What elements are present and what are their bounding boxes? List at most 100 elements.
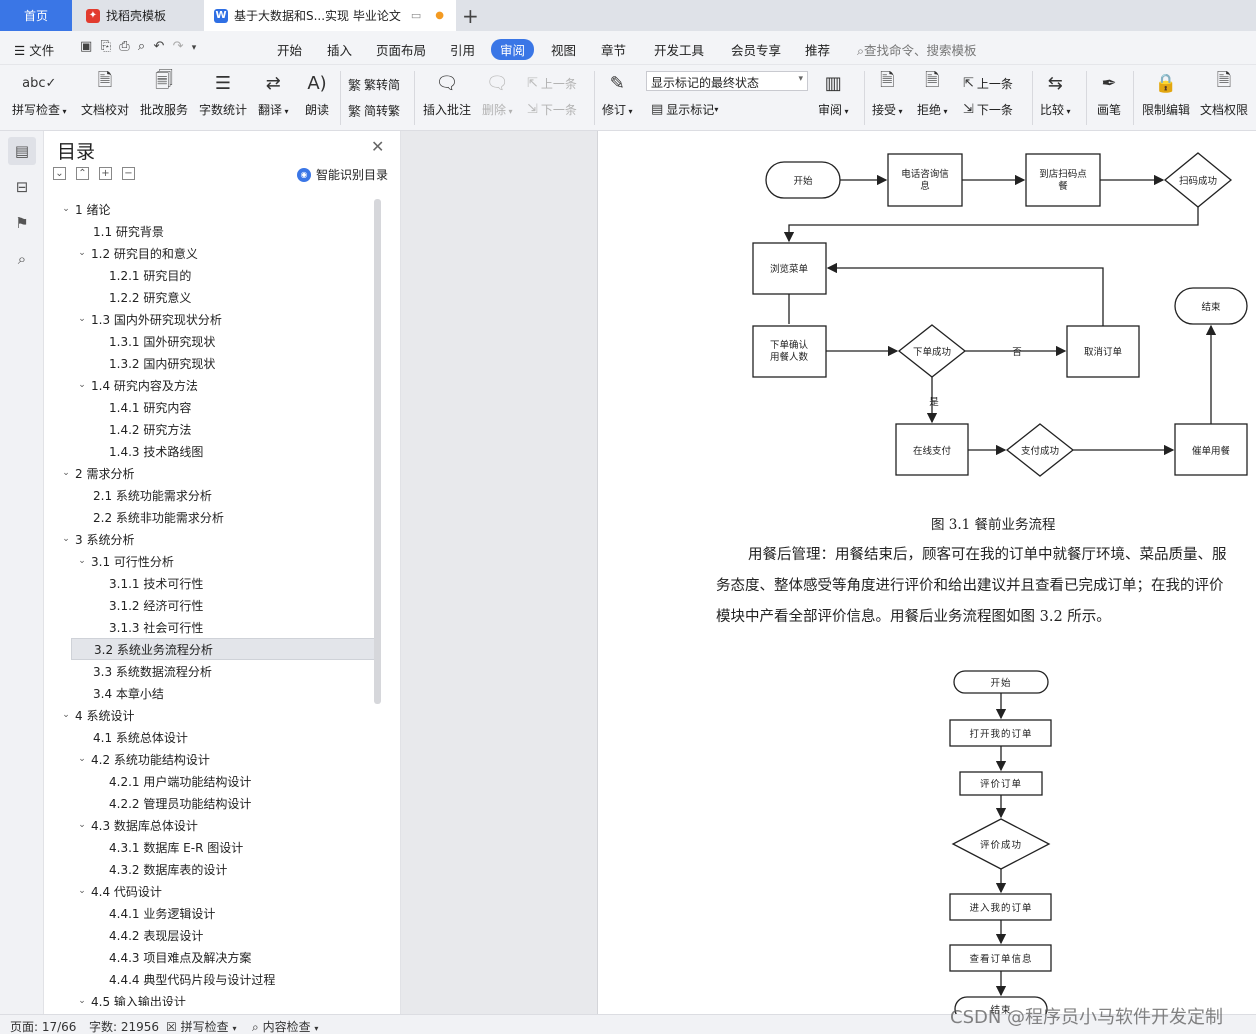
toc-item[interactable]: ⌄ 1 绪论 <box>59 198 110 220</box>
status-content-check[interactable]: ⌕ 内容检查 ▾ <box>252 1018 318 1034</box>
toc-item[interactable]: 1.3.2 国内研究现状 <box>91 352 215 374</box>
toc-item[interactable]: ⌄ 1.3 国内外研究现状分析 <box>75 308 222 330</box>
customize-icon[interactable]: ▾ <box>192 43 197 53</box>
track-changes-button[interactable]: ✎ 修订 ▾ <box>602 69 633 118</box>
accept-button[interactable]: 🗎 接受 ▾ <box>872 69 903 118</box>
chapter-nav-icon[interactable]: ⊟ <box>8 173 36 201</box>
close-icon[interactable]: ✕ <box>371 137 384 156</box>
chevron-down-icon[interactable]: ⌄ <box>75 820 89 830</box>
toc-item[interactable]: 2.1 系统功能需求分析 <box>75 484 212 506</box>
simp-to-trad-button[interactable]: 繁简转繁 <box>348 101 400 120</box>
word-count-button[interactable]: ☰ 字数统计 <box>199 69 247 118</box>
menu-item-member[interactable]: 会员专享 <box>731 40 781 59</box>
remove-heading-icon[interactable]: − <box>122 167 135 180</box>
doc-proof-button[interactable]: 🗎 文档校对 <box>81 69 129 118</box>
word-count-indicator[interactable]: 字数: 21956 <box>89 1018 159 1034</box>
show-markup-button[interactable]: ▤ 显示标记 ▾ <box>651 101 718 118</box>
chevron-down-icon[interactable]: ⌄ <box>59 710 73 720</box>
toc-item[interactable]: 1.4.3 技术路线图 <box>91 440 203 462</box>
toc-item[interactable]: 1.4.2 研究方法 <box>91 418 191 440</box>
prev-comment-button[interactable]: ⇱ 上一条 <box>527 75 577 92</box>
smart-toc-button[interactable]: ◉ 智能识别目录 <box>297 166 388 183</box>
chevron-down-icon[interactable]: ⌄ <box>59 534 73 544</box>
redo-icon[interactable]: ↷ <box>173 39 184 54</box>
menu-item-view[interactable]: 视图 <box>551 40 576 59</box>
tab-document[interactable]: W 基于大数据和S...实现 毕业论文 ▭ ● <box>204 0 456 31</box>
toc-item[interactable]: 1.2.1 研究目的 <box>91 264 191 286</box>
markup-state-select[interactable]: 显示标记的最终状态 ▾ <box>646 71 808 91</box>
toc-item[interactable]: 1.3.1 国外研究现状 <box>91 330 215 352</box>
bookmark-icon[interactable]: ⚑ <box>8 209 36 237</box>
chevron-down-icon[interactable]: ⌄ <box>75 886 89 896</box>
collapse-all-icon[interactable]: ⌃ <box>76 167 89 180</box>
export-icon[interactable]: ⎘ <box>101 39 111 54</box>
toc-item[interactable]: 3.4 本章小结 <box>75 682 164 704</box>
toc-item[interactable]: 2.2 系统非功能需求分析 <box>75 506 224 528</box>
next-comment-button[interactable]: ⇲ 下一条 <box>527 101 577 118</box>
menu-item-insert[interactable]: 插入 <box>327 40 352 59</box>
pen-button[interactable]: ✒ 画笔 <box>1096 69 1122 118</box>
insert-comment-button[interactable]: 🗨 插入批注 <box>423 69 471 118</box>
status-spellcheck[interactable]: ☒ 拼写检查 ▾ <box>166 1018 236 1034</box>
compare-button[interactable]: ⇆ 比较 ▾ <box>1040 69 1071 118</box>
trad-to-simp-button[interactable]: 繁繁转简 <box>348 75 400 94</box>
file-menu[interactable]: ☰ 文件 <box>14 40 54 59</box>
toc-item[interactable]: 4.4.3 项目难点及解决方案 <box>91 946 251 968</box>
toc-item[interactable]: ⌄ 3.1 可行性分析 <box>75 550 174 572</box>
chevron-down-icon[interactable]: ⌄ <box>59 204 73 214</box>
add-heading-icon[interactable]: + <box>99 167 112 180</box>
batch-service-button[interactable]: 🗐 批改服务 <box>140 69 188 118</box>
toc-item[interactable]: 1.1 研究背景 <box>75 220 164 242</box>
restrict-edit-button[interactable]: 🔒 限制编辑 <box>1142 69 1190 118</box>
toc-scrollbar[interactable] <box>374 199 381 704</box>
toc-item[interactable]: 4.4.4 典型代码片段与设计过程 <box>91 968 275 990</box>
preview-icon[interactable]: ⌕ <box>138 39 145 54</box>
search-icon[interactable]: ⌕ <box>8 245 36 273</box>
review-pane-button[interactable]: ▥ 审阅 ▾ <box>818 69 849 118</box>
spellcheck-button[interactable]: abc✓ 拼写检查 ▾ <box>12 69 67 118</box>
menu-item-devtools[interactable]: 开发工具 <box>654 40 704 59</box>
menu-item-chapter[interactable]: 章节 <box>601 40 626 59</box>
save-icon[interactable]: ▣ <box>80 39 92 54</box>
toc-item[interactable]: ⌄ 4.3 数据库总体设计 <box>75 814 198 836</box>
toc-item[interactable]: ⌄ 1.2 研究目的和意义 <box>75 242 198 264</box>
menu-item-reference[interactable]: 引用 <box>450 40 475 59</box>
menu-item-layout[interactable]: 页面布局 <box>376 40 426 59</box>
toc-item[interactable]: 4.2.1 用户端功能结构设计 <box>91 770 251 792</box>
toc-item[interactable]: 4.4.1 业务逻辑设计 <box>91 902 215 924</box>
delete-comment-button[interactable]: 🗨 删除 ▾ <box>482 69 513 118</box>
command-search[interactable]: ⌕查找命令、搜索模板 <box>857 40 977 59</box>
toc-item[interactable]: 3.1.1 技术可行性 <box>91 572 203 594</box>
toc-item[interactable]: 3.3 系统数据流程分析 <box>75 660 212 682</box>
reject-button[interactable]: 🗎 拒绝 ▾ <box>917 69 948 118</box>
tab-home[interactable]: 首页 <box>0 0 72 31</box>
toc-icon[interactable]: ▤ <box>8 137 36 165</box>
toc-item[interactable]: 3.1.3 社会可行性 <box>91 616 203 638</box>
menu-item-start[interactable]: 开始 <box>277 40 302 59</box>
toc-item[interactable]: ⌄ 3 系统分析 <box>59 528 134 550</box>
translate-button[interactable]: ⇄ 翻译 ▾ <box>258 69 289 118</box>
toc-item[interactable]: 4.3.1 数据库 E-R 图设计 <box>91 836 243 858</box>
toc-item[interactable]: 4.4.2 表现层设计 <box>91 924 203 946</box>
document-page[interactable]: 开始 电话咨询信 息 到店扫码点 餐 扫码成功 浏览菜单 下单确认 用餐人数 下… <box>597 131 1256 1014</box>
prev-change-button[interactable]: ⇱ 上一条 <box>963 75 1013 92</box>
toc-item[interactable]: 1.4.1 研究内容 <box>91 396 191 418</box>
toc-item[interactable]: ⌄ 4.4 代码设计 <box>75 880 162 902</box>
toc-item[interactable]: 4.1 系统总体设计 <box>75 726 188 748</box>
chevron-down-icon[interactable]: ⌄ <box>75 754 89 764</box>
toc-item[interactable]: ⌄ 4 系统设计 <box>59 704 134 726</box>
tab-templates[interactable]: ✦ 找稻壳模板 <box>74 0 202 31</box>
toc-item[interactable]: ⌄ 4.2 系统功能结构设计 <box>75 748 210 770</box>
chevron-down-icon[interactable]: ⌄ <box>75 248 89 258</box>
toc-item[interactable]: 4.2.2 管理员功能结构设计 <box>91 792 251 814</box>
toc-item[interactable]: ⌄ 4.5 输入输出设计 <box>75 990 186 1007</box>
new-tab-button[interactable]: + <box>462 4 479 28</box>
undo-icon[interactable]: ↶ <box>153 39 164 54</box>
chevron-down-icon[interactable]: ⌄ <box>75 380 89 390</box>
chevron-down-icon[interactable]: ⌄ <box>75 996 89 1006</box>
print-icon[interactable]: ⎙ <box>119 39 129 54</box>
toc-item[interactable]: 1.2.2 研究意义 <box>91 286 191 308</box>
toc-item[interactable]: 4.3.2 数据库表的设计 <box>91 858 227 880</box>
toc-item[interactable]: 3.2 系统业务流程分析 <box>71 638 375 660</box>
read-aloud-button[interactable]: A) 朗读 <box>304 69 330 118</box>
